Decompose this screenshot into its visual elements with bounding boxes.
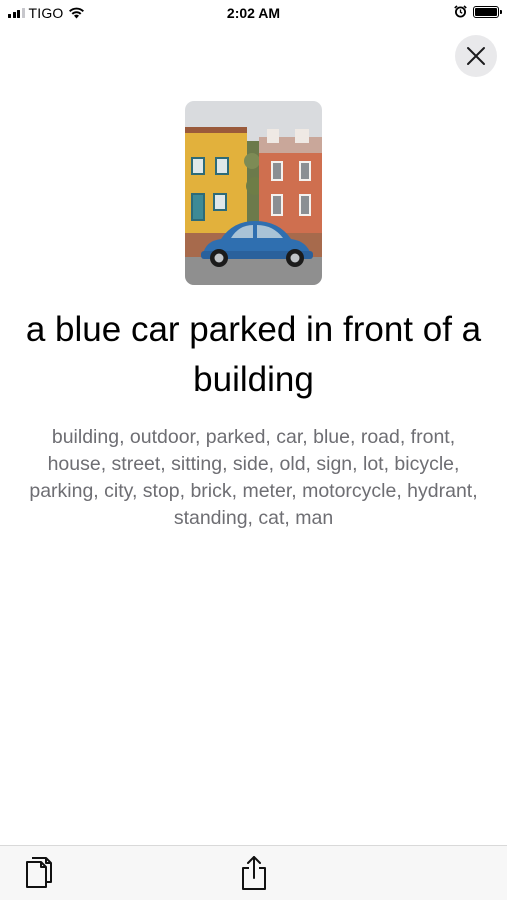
photo-image <box>185 101 322 285</box>
status-bar: TIGO 2:02 AM <box>0 0 507 28</box>
bottom-toolbar <box>0 845 507 900</box>
share-button[interactable] <box>237 854 271 892</box>
alarm-icon <box>454 5 467 18</box>
battery-icon <box>473 5 502 18</box>
close-icon <box>467 47 485 65</box>
copy-icon <box>26 857 52 888</box>
status-time: 2:02 AM <box>226 5 281 21</box>
status-right <box>454 5 502 18</box>
close-button[interactable] <box>455 35 497 77</box>
caption-title: a blue car parked in front of a building <box>25 310 482 399</box>
caption-result-screen: TIGO 2:02 AM a blue car parked in front … <box>0 0 507 900</box>
caption-tags: building, outdoor, parked, car, blue, ro… <box>29 426 478 529</box>
photo-thumbnail <box>185 101 322 285</box>
copy-button[interactable] <box>22 854 56 892</box>
share-icon <box>242 856 266 890</box>
